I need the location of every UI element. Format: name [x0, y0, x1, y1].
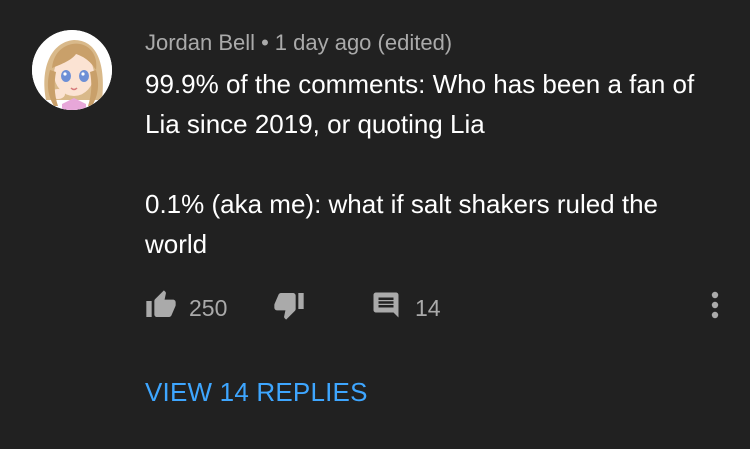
author-name[interactable]: Jordan Bell [145, 30, 255, 55]
comment-paragraph: 99.9% of the comments: Who has been a fa… [145, 69, 695, 139]
separator: • [261, 30, 269, 55]
like-count: 250 [189, 294, 228, 321]
view-replies-link[interactable]: VIEW 14 REPLIES [145, 374, 368, 410]
comment-thread: Jordan Bell • 1 day ago (edited) 99.9% of … [0, 0, 750, 449]
more-vertical-icon [710, 290, 720, 326]
reply-count: 14 [415, 294, 441, 321]
thumbs-down-icon [273, 289, 305, 327]
comment-paragraph: 0.1% (aka me): what if salt shakers rule… [145, 189, 659, 259]
comment-header: Jordan Bell • 1 day ago (edited) [145, 28, 452, 58]
thumbs-up-icon [145, 289, 177, 327]
avatar[interactable] [32, 30, 112, 110]
avatar-image [32, 30, 112, 110]
comment-actions: 250 14 [145, 290, 725, 326]
more-options-button[interactable] [703, 290, 727, 326]
reply-button[interactable]: 14 [371, 290, 441, 326]
dislike-button[interactable] [273, 290, 305, 326]
like-button[interactable]: 250 [145, 290, 227, 326]
timestamp[interactable]: 1 day ago (edited) [275, 30, 452, 55]
comment-icon [371, 290, 401, 326]
comment-body: 99.9% of the comments: Who has been a fa… [145, 64, 715, 264]
